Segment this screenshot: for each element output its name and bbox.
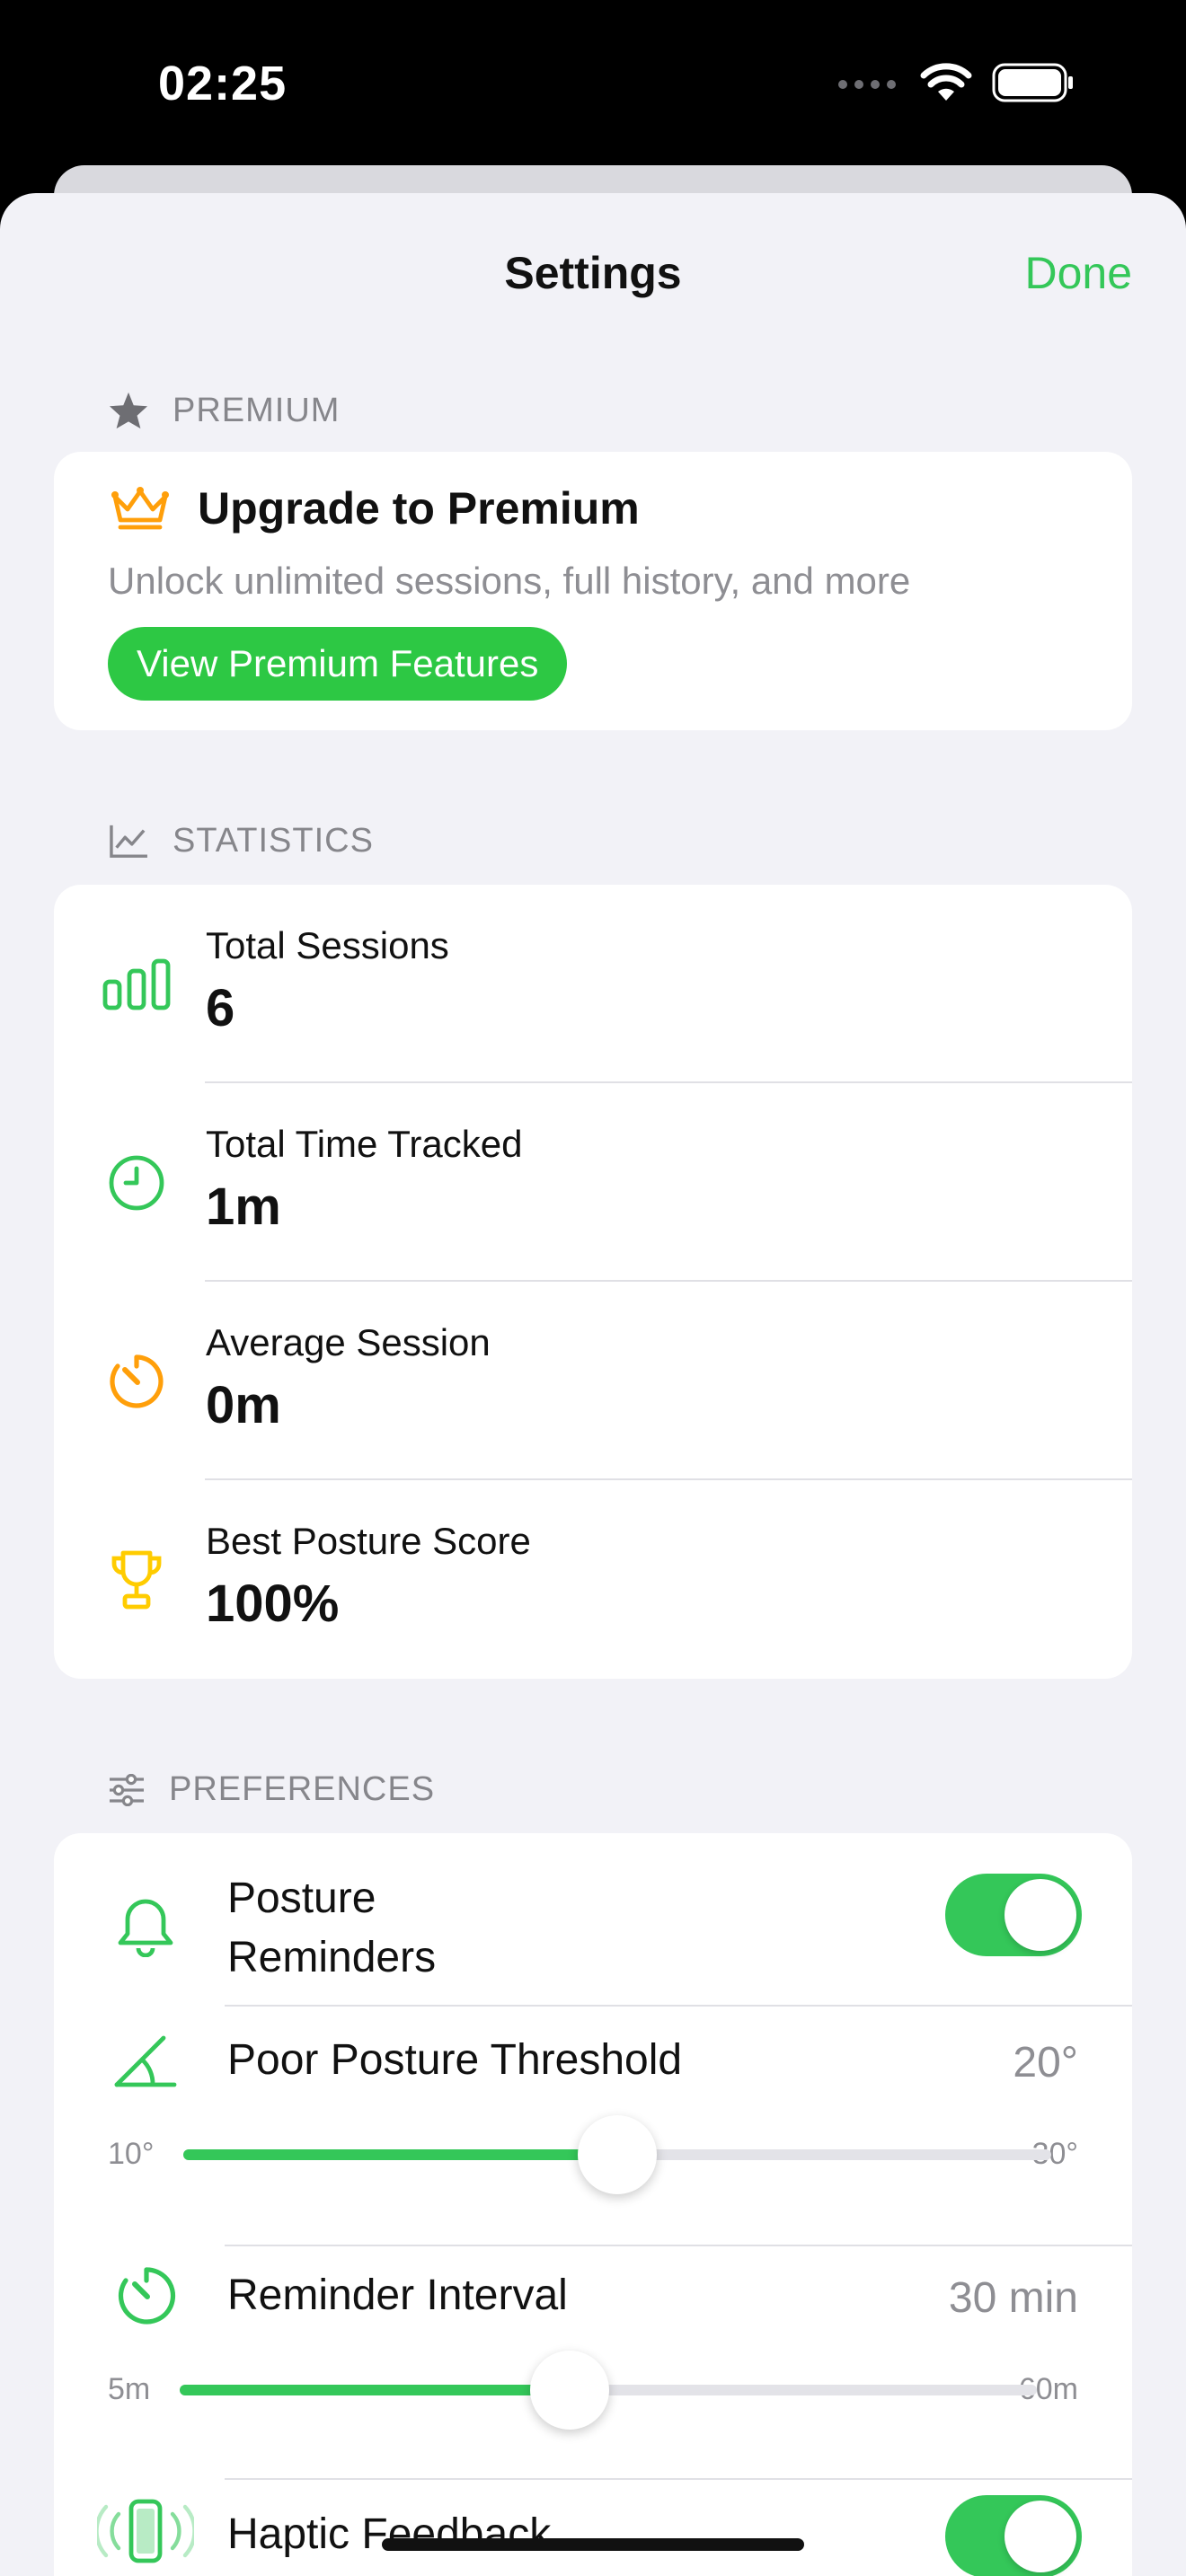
line-chart-icon	[110, 825, 147, 858]
view-premium-features-button[interactable]: View Premium Features	[108, 627, 568, 701]
threshold-min-label: 10°	[108, 2137, 155, 2171]
stat-row-total-sessions: Total Sessions 6	[54, 885, 1132, 1083]
interval-slider[interactable]	[180, 2351, 1037, 2430]
trophy-icon	[111, 1550, 162, 1610]
stat-value: 100%	[206, 1575, 340, 1633]
stat-value: 0m	[206, 1376, 281, 1434]
angle-icon	[114, 2035, 177, 2087]
settings-sheet: Settings Done PREMIUM Upgrade to Premium…	[0, 193, 1186, 2576]
posture-reminders-toggle[interactable]	[945, 1874, 1082, 1956]
premium-title: Upgrade to Premium	[198, 483, 640, 534]
bell-icon	[118, 1899, 173, 1957]
premium-section-header: PREMIUM	[108, 391, 340, 430]
toggle-knob	[1005, 1879, 1076, 1951]
stat-label: Total Time Tracked	[206, 1123, 523, 1165]
stat-value: 6	[206, 979, 235, 1037]
stat-value: 1m	[206, 1178, 281, 1236]
stat-label: Total Sessions	[206, 924, 449, 966]
stat-row-average-session: Average Session 0m	[54, 1282, 1132, 1480]
slider-fill	[180, 2385, 570, 2395]
stat-row-total-time: Total Time Tracked 1m	[54, 1083, 1132, 1282]
wifi-icon	[920, 63, 972, 101]
interval-value: 30 min	[948, 2274, 1078, 2322]
premium-card: Upgrade to Premium Unlock unlimited sess…	[54, 452, 1132, 730]
stat-row-best-score: Best Posture Score 100%	[54, 1480, 1132, 1679]
interval-label: Reminder Interval	[227, 2272, 568, 2319]
threshold-value: 20°	[1013, 2039, 1078, 2086]
done-button[interactable]: Done	[1024, 247, 1132, 299]
divider	[225, 2005, 1132, 2007]
home-indicator	[382, 2538, 804, 2551]
threshold-slider[interactable]	[183, 2115, 1051, 2194]
phone-vibrate-icon	[97, 2499, 194, 2563]
stat-label: Best Posture Score	[206, 1520, 531, 1562]
posture-reminders-label: Posture Reminders	[227, 1875, 437, 1981]
sliders-icon	[110, 1773, 144, 1806]
status-bar: 02:25	[0, 0, 1186, 171]
statistics-card: Total Sessions 6 Total Time Tracked 1m A…	[54, 885, 1132, 1679]
premium-description: Unlock unlimited sessions, full history,…	[108, 560, 911, 602]
timer-icon	[110, 1354, 164, 1408]
cellular-signal-icon	[838, 80, 896, 89]
haptic-feedback-toggle[interactable]	[945, 2495, 1082, 2576]
haptic-feedback-label: Haptic Feedback	[227, 2510, 552, 2558]
divider	[225, 2245, 1132, 2246]
timer-icon	[118, 2267, 176, 2325]
bar-chart-icon	[102, 958, 171, 1010]
status-icons	[837, 63, 1075, 102]
preferences-section-header: PREFERENCES	[108, 1770, 435, 1809]
toggle-knob	[1005, 2501, 1076, 2572]
premium-section-label: PREMIUM	[173, 391, 341, 429]
star-icon	[109, 392, 148, 429]
statistics-section-label: STATISTICS	[173, 822, 374, 860]
stat-label: Average Session	[206, 1321, 491, 1363]
battery-icon	[992, 63, 1073, 102]
statistics-section-header: STATISTICS	[108, 822, 374, 860]
slider-fill	[183, 2149, 617, 2160]
threshold-label: Poor Posture Threshold	[227, 2036, 683, 2084]
interval-min-label: 5m	[108, 2372, 151, 2406]
preferences-card: Posture Reminders Poor Posture Threshold…	[54, 1833, 1132, 2576]
threshold-slider-thumb[interactable]	[578, 2115, 657, 2194]
preferences-section-label: PREFERENCES	[169, 1770, 436, 1808]
crown-icon	[111, 487, 169, 530]
clock-icon	[109, 1155, 164, 1211]
divider	[225, 2478, 1132, 2480]
page-title: Settings	[504, 248, 682, 298]
status-time: 02:25	[158, 57, 288, 110]
interval-slider-thumb[interactable]	[529, 2351, 609, 2430]
